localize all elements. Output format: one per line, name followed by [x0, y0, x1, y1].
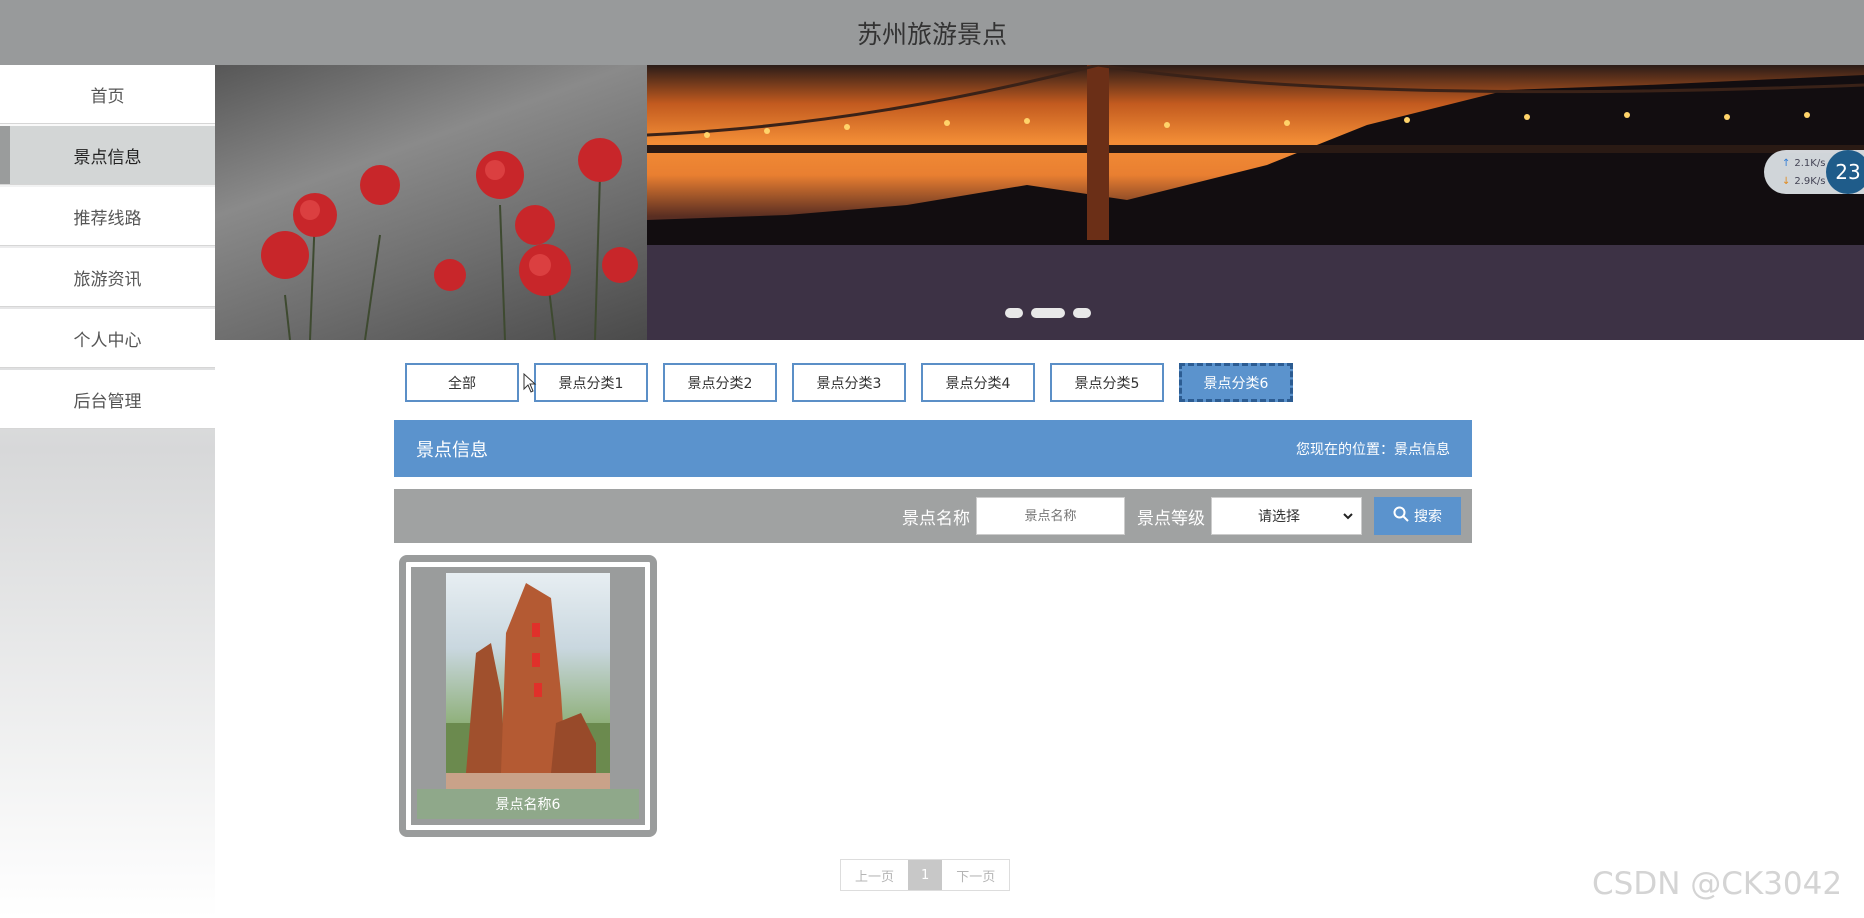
search-bar: 景点名称 景点等级 请选择 搜索 — [394, 489, 1472, 543]
pagination: 上一页 1 下一页 — [840, 859, 1011, 891]
network-speed-widget[interactable]: ↑ 2.1K/s ↓ 2.9K/s 23 — [1764, 150, 1864, 194]
section-titlebar: 景点信息 您现在的位置：景点信息 — [394, 420, 1472, 477]
sidebar-item-label: 首页 — [90, 86, 125, 107]
chevron-down-icon — [1343, 508, 1353, 524]
banner-carousel[interactable] — [215, 65, 1864, 340]
upload-speed: 2.1K/s — [1794, 157, 1826, 169]
card-frame: 景点名称6 — [411, 567, 645, 825]
tab-all[interactable]: 全部 — [405, 363, 519, 402]
tab-category-5[interactable]: 景点分类5 — [1050, 363, 1164, 402]
sidebar-item-attractions[interactable]: 景点信息 — [0, 126, 215, 185]
upload-arrow-icon: ↑ — [1782, 157, 1791, 169]
level-label: 景点等级 — [1137, 508, 1205, 529]
tab-category-6[interactable]: 景点分类6 — [1179, 363, 1293, 402]
bridge-illustration — [647, 65, 1864, 340]
level-select[interactable]: 请选择 — [1211, 497, 1362, 535]
rock-illustration — [446, 583, 610, 789]
sidebar-item-label: 推荐线路 — [73, 208, 142, 229]
download-speed: 2.9K/s — [1794, 175, 1826, 187]
tab-category-2[interactable]: 景点分类2 — [663, 363, 777, 402]
search-icon — [1393, 506, 1409, 526]
prev-page-button[interactable]: 上一页 — [841, 860, 909, 890]
usage-badge: 23 — [1826, 150, 1864, 194]
carousel-dot[interactable] — [1005, 308, 1023, 318]
carousel-dot[interactable] — [1073, 308, 1091, 318]
tab-category-4[interactable]: 景点分类4 — [921, 363, 1035, 402]
attraction-image — [446, 573, 610, 789]
sidebar-item-news[interactable]: 旅游资讯 — [0, 248, 215, 307]
name-search-input[interactable] — [976, 497, 1125, 535]
mouse-cursor-icon — [523, 372, 537, 397]
attraction-card[interactable]: 景点名称6 — [399, 555, 657, 837]
banner-image-poppies — [215, 65, 647, 340]
next-page-button[interactable]: 下一页 — [942, 860, 1010, 890]
sidebar-item-home[interactable]: 首页 — [0, 65, 215, 124]
breadcrumb: 您现在的位置：景点信息 — [1296, 441, 1450, 458]
watermark-text: CSDN @CK3042 — [1592, 866, 1843, 902]
site-title: 苏州旅游景点 — [856, 19, 1007, 49]
category-tabs: 全部 景点分类1 景点分类2 景点分类3 景点分类4 景点分类5 景点分类6 — [405, 363, 1308, 402]
sidebar-item-label: 个人中心 — [73, 330, 142, 351]
level-select-value: 请选择 — [1258, 509, 1300, 525]
carousel-dots — [1005, 308, 1091, 318]
carousel-dot-active[interactable] — [1031, 308, 1065, 318]
poppy-illustration — [261, 138, 638, 340]
search-button[interactable]: 搜索 — [1374, 497, 1461, 535]
sidebar-item-profile[interactable]: 个人中心 — [0, 309, 215, 368]
sidebar-item-routes[interactable]: 推荐线路 — [0, 187, 215, 246]
current-page[interactable]: 1 — [908, 860, 943, 890]
sidebar-nav: 首页 景点信息 推荐线路 旅游资讯 个人中心 后台管理 — [0, 65, 215, 918]
attraction-name: 景点名称6 — [417, 789, 639, 819]
tab-category-1[interactable]: 景点分类1 — [534, 363, 648, 402]
section-title: 景点信息 — [416, 439, 488, 461]
site-header: 苏州旅游景点 — [0, 0, 1864, 65]
sidebar-item-label: 后台管理 — [73, 391, 142, 412]
name-label: 景点名称 — [902, 508, 970, 529]
download-arrow-icon: ↓ — [1782, 175, 1791, 187]
tab-category-3[interactable]: 景点分类3 — [792, 363, 906, 402]
sidebar-item-admin[interactable]: 后台管理 — [0, 370, 215, 429]
sidebar-item-label: 旅游资讯 — [73, 269, 142, 290]
search-button-label: 搜索 — [1414, 509, 1442, 525]
sidebar-item-label: 景点信息 — [73, 147, 142, 168]
